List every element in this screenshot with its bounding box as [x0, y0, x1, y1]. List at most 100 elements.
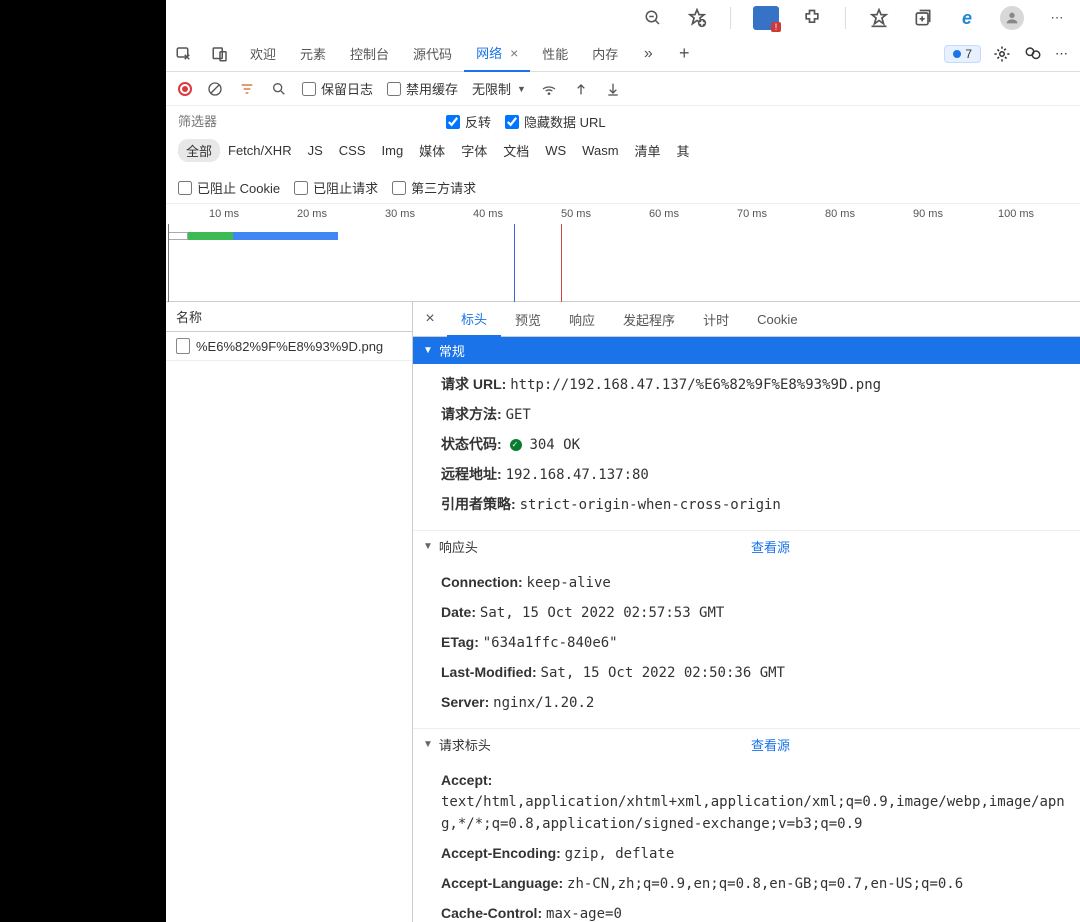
type-filter-JS[interactable]: JS: [300, 141, 331, 160]
upload-har-icon[interactable]: [572, 80, 590, 98]
invert-checkbox[interactable]: 反转: [446, 112, 491, 131]
favorite-add-icon[interactable]: [686, 7, 708, 29]
type-filter-group: 全部Fetch/XHRJSCSSImg媒体字体文档WSWasm清单其: [178, 139, 698, 162]
network-toolbar: 保留日志 禁用缓存 无限制▼: [166, 72, 1080, 106]
view-source-link[interactable]: 查看源: [751, 735, 1070, 754]
download-har-icon[interactable]: [604, 80, 622, 98]
devtools-tabs: 欢迎 元素 控制台 源代码 网络× 性能 内存 » + 7 ⋯: [166, 36, 1080, 72]
separator: [845, 7, 846, 29]
separator: [730, 7, 731, 29]
status-ok-icon: [510, 439, 522, 451]
type-filter-全部[interactable]: 全部: [178, 139, 220, 162]
third-party-checkbox[interactable]: 第三方请求: [392, 178, 476, 197]
timeline-tick: 50 ms: [561, 208, 591, 220]
extensions-icon[interactable]: [801, 7, 823, 29]
timeline-tick: 60 ms: [649, 208, 679, 220]
detail-tab-发起程序[interactable]: 发起程序: [609, 302, 689, 337]
file-icon: [176, 338, 190, 354]
settings-icon[interactable]: [993, 45, 1011, 63]
header-row: Server: nginx/1.20.2: [441, 688, 1070, 718]
tab-elements[interactable]: 元素: [288, 36, 338, 72]
browser-toolbar: e ⋯: [166, 0, 1080, 36]
detail-tab-预览[interactable]: 预览: [501, 302, 555, 337]
detail-tab-标头[interactable]: 标头: [447, 302, 501, 337]
header-row: Cache-Control: max-age=0: [441, 899, 1070, 922]
network-conditions-icon[interactable]: [540, 80, 558, 98]
timeline-tick: 90 ms: [913, 208, 943, 220]
type-filter-清单[interactable]: 清单: [627, 139, 669, 162]
timeline-tick: 30 ms: [385, 208, 415, 220]
header-row: Connection: keep-alive: [441, 568, 1070, 598]
timeline-tick: 20 ms: [297, 208, 327, 220]
profile-avatar-icon[interactable]: [1000, 6, 1024, 30]
blocked-requests-checkbox[interactable]: 已阻止请求: [294, 178, 378, 197]
disable-cache-checkbox[interactable]: 禁用缓存: [387, 79, 458, 98]
detail-tab-Cookie[interactable]: Cookie: [743, 302, 811, 337]
more-icon[interactable]: ⋯: [1046, 7, 1068, 29]
tab-console[interactable]: 控制台: [338, 36, 401, 72]
timeline-overview[interactable]: 10 ms 20 ms 30 ms 40 ms 50 ms 60 ms 70 ms 80 ms…: [166, 204, 1080, 302]
issues-badge[interactable]: 7: [944, 45, 981, 63]
type-filter-文档[interactable]: 文档: [495, 139, 537, 162]
response-headers-section[interactable]: ▼响应头查看源: [413, 530, 1080, 562]
hide-data-urls-checkbox[interactable]: 隐藏数据 URL: [505, 112, 606, 131]
filter-input[interactable]: [178, 114, 238, 129]
header-row: Accept-Encoding: gzip, deflate: [441, 839, 1070, 869]
timeline-tick: 10 ms: [209, 208, 239, 220]
header-row: Accept-Language: zh-CN,zh;q=0.9,en;q=0.8…: [441, 869, 1070, 899]
filter-toggle-icon[interactable]: [238, 80, 256, 98]
header-row: ETag: "634a1ffc-840e6": [441, 628, 1070, 658]
header-row: Accept: text/html,application/xhtml+xml,…: [441, 766, 1070, 839]
general-section-header[interactable]: ▼常规: [413, 337, 1080, 364]
more-options-icon[interactable]: ⋯: [1055, 46, 1068, 62]
type-filter-WS[interactable]: WS: [537, 141, 574, 160]
column-header-name[interactable]: 名称: [166, 302, 412, 332]
tab-network[interactable]: 网络×: [464, 36, 530, 72]
timeline-tick: 40 ms: [473, 208, 503, 220]
type-filter-Fetch/XHR[interactable]: Fetch/XHR: [220, 141, 300, 160]
type-filter-其[interactable]: 其: [669, 139, 698, 162]
detail-tab-计时[interactable]: 计时: [689, 302, 743, 337]
add-tab-icon[interactable]: +: [666, 43, 702, 64]
header-row: Last-Modified: Sat, 15 Oct 2022 02:50:36…: [441, 658, 1070, 688]
timeline-tick: 80 ms: [825, 208, 855, 220]
type-filter-CSS[interactable]: CSS: [331, 141, 374, 160]
preserve-log-checkbox[interactable]: 保留日志: [302, 79, 373, 98]
collections-icon[interactable]: [912, 7, 934, 29]
tab-sources[interactable]: 源代码: [401, 36, 464, 72]
type-filter-字体[interactable]: 字体: [453, 139, 495, 162]
header-row: Date: Sat, 15 Oct 2022 02:57:53 GMT: [441, 598, 1070, 628]
requests-table: 名称 %E6%82%9F%E8%93%9D.png: [166, 302, 413, 922]
feedback-icon[interactable]: [1023, 45, 1043, 63]
type-filter-Wasm[interactable]: Wasm: [574, 141, 626, 160]
ie-mode-icon[interactable]: e: [956, 7, 978, 29]
view-source-link[interactable]: 查看源: [751, 537, 1070, 556]
blocked-cookies-checkbox[interactable]: 已阻止 Cookie: [178, 178, 280, 197]
detail-tab-响应[interactable]: 响应: [555, 302, 609, 337]
request-row[interactable]: %E6%82%9F%E8%93%9D.png: [166, 332, 412, 361]
search-icon[interactable]: [270, 80, 288, 98]
timeline-tick: 100 ms: [998, 208, 1034, 220]
tab-memory[interactable]: 内存: [580, 36, 630, 72]
request-name: %E6%82%9F%E8%93%9D.png: [196, 339, 383, 354]
close-icon[interactable]: ×: [510, 45, 518, 61]
device-toggle-icon[interactable]: [202, 45, 238, 63]
inspect-element-icon[interactable]: [166, 45, 202, 63]
request-headers-section[interactable]: ▼请求标头查看源: [413, 728, 1080, 760]
favorites-icon[interactable]: [868, 7, 890, 29]
type-filter-Img[interactable]: Img: [374, 141, 412, 160]
tab-performance[interactable]: 性能: [530, 36, 580, 72]
request-detail-panel: × 标头预览响应发起程序计时Cookie ▼常规 请求 URL: http://…: [413, 302, 1080, 922]
notification-badge-icon[interactable]: [753, 6, 779, 30]
more-tabs-icon[interactable]: »: [630, 45, 666, 63]
page-content-placeholder: [0, 0, 166, 922]
timeline-tick: 70 ms: [737, 208, 767, 220]
clear-icon[interactable]: [206, 80, 224, 98]
throttling-select[interactable]: 无限制▼: [472, 79, 526, 98]
close-panel-icon[interactable]: ×: [413, 310, 447, 328]
tab-welcome[interactable]: 欢迎: [238, 36, 288, 72]
filter-bar: 反转 隐藏数据 URL 全部Fetch/XHRJSCSSImg媒体字体文档WSW…: [166, 106, 1080, 204]
zoom-out-icon[interactable]: [642, 7, 664, 29]
type-filter-媒体[interactable]: 媒体: [411, 139, 453, 162]
record-icon[interactable]: [178, 82, 192, 96]
